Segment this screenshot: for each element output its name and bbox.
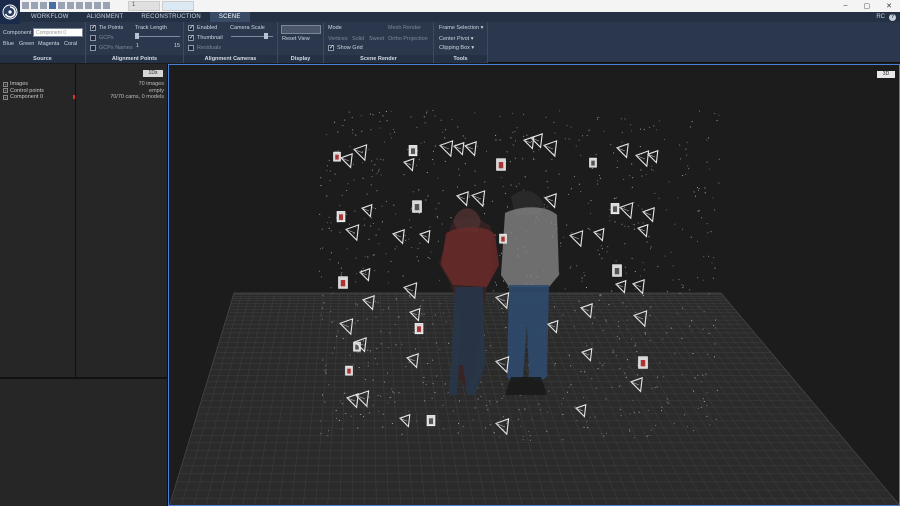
color-coral-button[interactable]: Coral [64, 41, 77, 47]
layout-split-icon[interactable] [58, 2, 65, 9]
vertices-button[interactable]: Vertices [328, 36, 348, 42]
alignment-points-group: Tie Points GCPs GCPs Names Track Length … [86, 22, 184, 63]
scene-render-group-title: Scene Render [324, 55, 433, 63]
new-icon[interactable] [22, 2, 29, 9]
user-initials[interactable]: RC [876, 14, 885, 20]
alignment-points-group-title: Alignment Points [86, 55, 183, 63]
mode-label: Mode [328, 25, 342, 31]
scene-render-group: Mode Vertices Solid Sweet Show Grid Mesh… [324, 22, 434, 63]
menu-scene[interactable]: SCENE [209, 12, 250, 22]
display-group-title: Display [278, 55, 323, 63]
source-group: Component Component 0 Blue Green Magenta… [0, 22, 86, 63]
thumbnail-checkbox[interactable] [188, 34, 194, 41]
gcps-label: GCPs [99, 35, 114, 41]
view-mode-badge[interactable]: 3D [877, 71, 895, 78]
document-tab[interactable]: 1 [128, 1, 160, 11]
color-green-button[interactable]: Green [19, 41, 34, 47]
menu-reconstruction[interactable]: RECONSTRUCTION [132, 12, 209, 22]
title-bar: 1 – ▢ ✕ [0, 0, 900, 12]
tree-item-component[interactable]: + Component 0 [3, 94, 44, 101]
component-label: Component [3, 30, 32, 36]
tie-points-label: Tie Points [99, 25, 124, 31]
document-tabs: 1 [128, 1, 194, 11]
quick-access-toolbar [22, 2, 110, 9]
tree-value: 70/70 cams, 0 models [110, 94, 164, 100]
expand-icon[interactable]: + [3, 88, 8, 94]
layout-dual-icon[interactable] [85, 2, 92, 9]
panel-column-splitter[interactable] [75, 64, 76, 377]
residuals-label: Residuals [197, 45, 222, 51]
camera-scale-label: Camera Scale [230, 25, 265, 31]
source-group-title: Source [0, 55, 85, 63]
ortho-projection-button[interactable]: Ortho Projection [388, 36, 428, 42]
color-blue-button[interactable]: Blue [3, 41, 14, 47]
residuals-checkbox[interactable] [188, 45, 194, 51]
tree-item-label: Control points [10, 87, 44, 94]
thumbnail-label: Thumbnail [197, 35, 223, 41]
selection-marker [73, 95, 75, 99]
sweet-button[interactable]: Sweet [369, 36, 384, 42]
ribbon: Component Component 0 Blue Green Magenta… [0, 22, 900, 63]
help-icon[interactable]: ? [889, 13, 896, 21]
expand-icon[interactable]: + [3, 94, 8, 100]
gcps-names-label: GCPs Names [99, 45, 133, 51]
track-length-min: 1 [136, 43, 140, 49]
show-grid-label: Show Grid [337, 45, 363, 51]
window-controls: – ▢ ✕ [844, 2, 892, 10]
layout-triple-icon[interactable] [94, 2, 101, 9]
tools-group-title: Tools [434, 55, 487, 63]
app-logo[interactable] [0, 0, 20, 24]
reset-view-button[interactable]: Reset View [282, 36, 310, 42]
main-menu-bar: WORKFLOW ALIGNMENT RECONSTRUCTION SCENE … [20, 12, 900, 22]
menu-workflow[interactable]: WORKFLOW [22, 12, 78, 22]
track-length-label: Track Length [135, 25, 167, 31]
display-group: Reset View Display [278, 22, 324, 63]
tree-item-control-points[interactable]: + Control points [3, 88, 44, 95]
panel-row-splitter[interactable] [0, 377, 167, 379]
display-mode-select[interactable] [281, 25, 321, 34]
layout-icon[interactable] [49, 2, 56, 9]
left-panel: 1Ds + Images + Control points + Component 0… [0, 64, 168, 506]
save-icon[interactable] [40, 2, 47, 9]
project-tree-values: 70 images empty 70/70 cams, 0 models [110, 81, 164, 101]
close-button[interactable]: ✕ [886, 2, 892, 10]
layout-grid-icon[interactable] [67, 2, 74, 9]
alignment-cameras-group-title: Alignment Cameras [184, 55, 277, 63]
track-length-max: 15 [174, 43, 181, 49]
track-length-slider[interactable] [136, 36, 180, 37]
enabled-label: Enabled [197, 25, 218, 31]
show-grid-checkbox[interactable] [328, 44, 334, 51]
tools-group: Frame Selection ▾ Center Pivot ▾ Clippin… [434, 22, 488, 63]
camera-scale-slider-knob[interactable] [264, 33, 268, 39]
enabled-checkbox[interactable] [188, 24, 194, 31]
project-tree: + Images + Control points + Component 0 [3, 81, 44, 101]
layout-custom-icon[interactable] [103, 2, 110, 9]
track-length-slider-knob[interactable] [135, 33, 139, 39]
clipping-box-button[interactable]: Clipping Box ▾ [439, 45, 474, 51]
document-tab-active[interactable] [162, 1, 194, 11]
panel-toggle-button[interactable]: 1Ds [143, 70, 163, 77]
scene-canvas[interactable] [169, 65, 900, 506]
app-logo-icon [2, 4, 18, 20]
tree-item-label: Component 0 [10, 94, 44, 101]
solid-button[interactable]: Solid [352, 36, 364, 42]
minimize-button[interactable]: – [844, 2, 848, 10]
maximize-button[interactable]: ▢ [864, 2, 871, 10]
menu-alignment[interactable]: ALIGNMENT [78, 12, 133, 22]
layout-single-icon[interactable] [76, 2, 83, 9]
open-icon[interactable] [31, 2, 38, 9]
expand-icon[interactable]: + [3, 81, 8, 87]
tie-points-checkbox[interactable] [90, 24, 96, 31]
gcps-names-checkbox[interactable] [90, 45, 96, 51]
alignment-cameras-group: Enabled Thumbnail Residuals Camera Scale… [184, 22, 278, 63]
3d-viewport[interactable]: 3D [168, 64, 900, 506]
center-pivot-button[interactable]: Center Pivot ▾ [439, 36, 474, 42]
color-magenta-button[interactable]: Magenta [38, 41, 59, 47]
frame-selection-button[interactable]: Frame Selection ▾ [439, 25, 483, 31]
component-select[interactable]: Component 0 [33, 28, 83, 37]
tree-item-label: Images [10, 81, 29, 88]
mesh-render-label: Mesh Render [388, 25, 422, 31]
gcps-checkbox[interactable] [90, 35, 96, 41]
